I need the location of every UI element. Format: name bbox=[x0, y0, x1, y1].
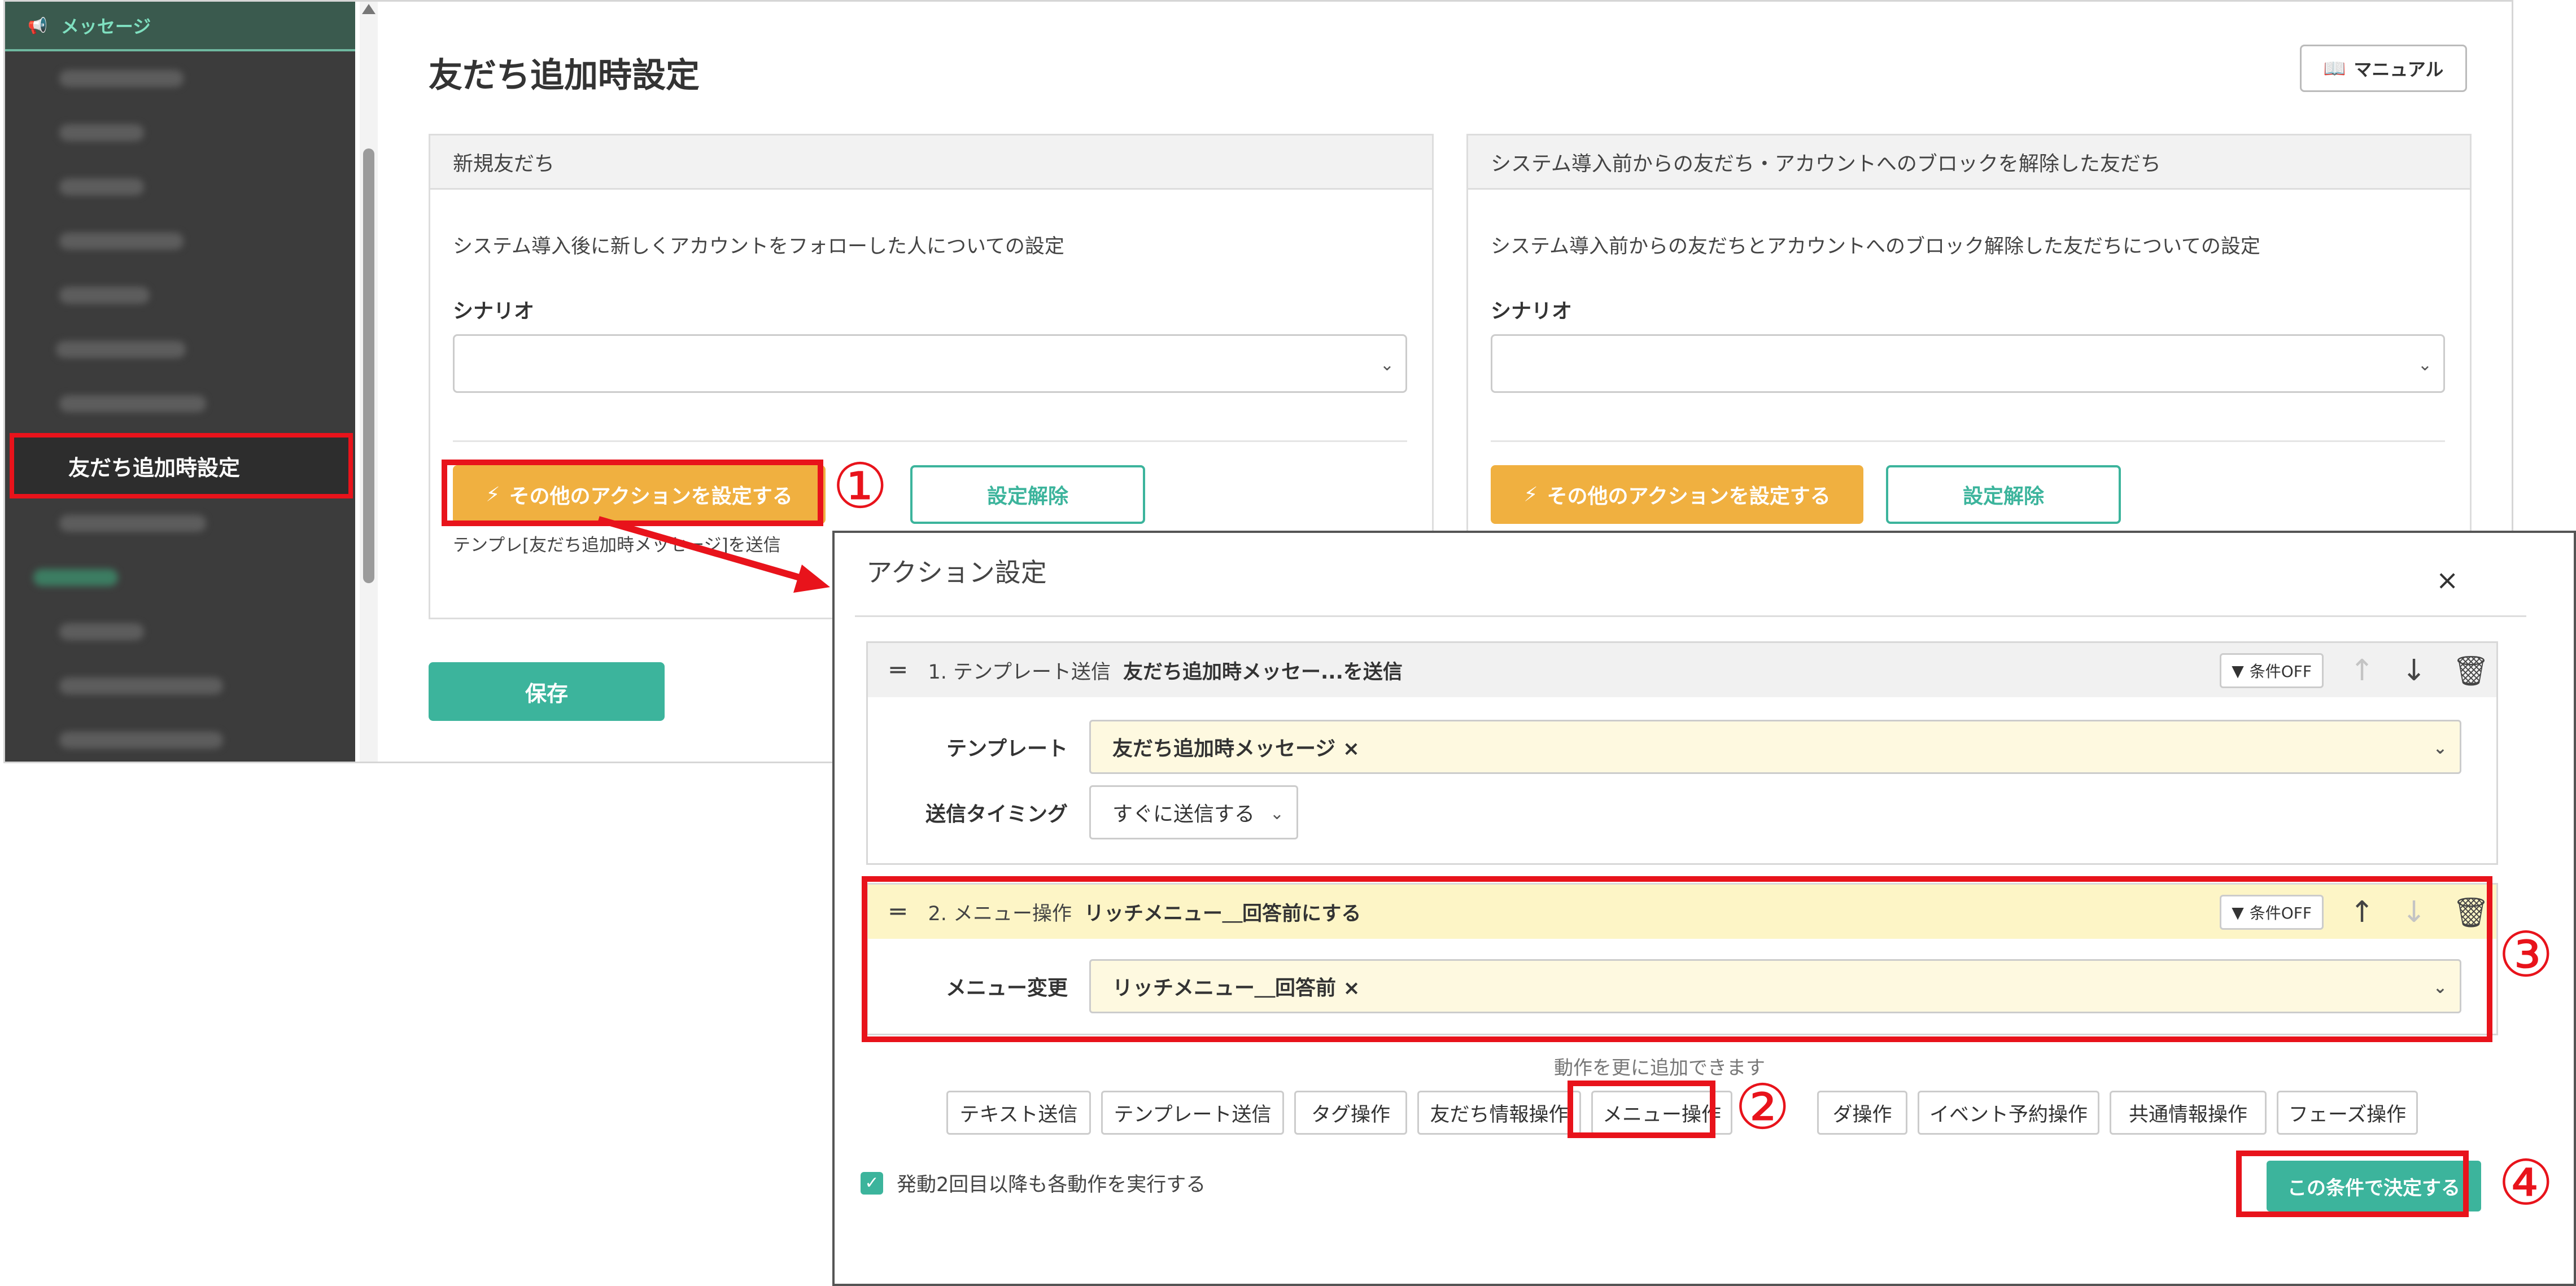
callout-2: ② bbox=[1735, 1071, 1791, 1143]
template-select[interactable]: 友だち追加時メッセージ × ⌄ bbox=[1089, 720, 2461, 774]
highlight-box-decide-button bbox=[2236, 1151, 2469, 1217]
callout-4: ④ bbox=[2498, 1147, 2554, 1219]
field-value: すぐに送信する bbox=[1112, 803, 1255, 826]
arrow-down-icon[interactable]: ↓ bbox=[2400, 654, 2427, 688]
highlight-box-menu-card bbox=[862, 876, 2492, 1042]
close-icon[interactable]: × bbox=[2436, 565, 2459, 596]
other-action-button[interactable]: ⚡ その他のアクションを設定する bbox=[1491, 465, 1863, 524]
scenario-select[interactable]: ⌄ bbox=[1491, 334, 2445, 393]
scrollbar-thumb[interactable] bbox=[363, 148, 374, 583]
sidebar-item-blurred[interactable] bbox=[5, 659, 355, 713]
action-card-header: ═ 1. テンプレート送信 友だち追加時メッセー...を送信 ▼ 条件OFF ↑… bbox=[868, 643, 2496, 697]
sidebar-item-blurred[interactable] bbox=[5, 268, 355, 322]
sidebar-section-blurred[interactable] bbox=[5, 550, 355, 605]
manual-label: マニュアル bbox=[2354, 59, 2444, 80]
arrow-up-icon[interactable]: ↑ bbox=[2348, 654, 2376, 688]
field-label: 送信タイミング bbox=[925, 803, 1068, 826]
sidebar-scrollbar[interactable] bbox=[360, 2, 378, 762]
panel-header: システム導入前からの友だち・アカウントへのブロックを解除した友だち bbox=[1468, 135, 2470, 190]
action-number: 1. テンプレート送信 bbox=[928, 661, 1111, 684]
callout-3: ③ bbox=[2498, 918, 2554, 991]
add-phase-button[interactable]: フェーズ操作 bbox=[2277, 1091, 2418, 1135]
sidebar-item-blurred[interactable] bbox=[5, 322, 355, 377]
add-action-hint: 動作を更に追加できます bbox=[1554, 1057, 1765, 1079]
manual-button[interactable]: 📖 マニュアル bbox=[2300, 45, 2467, 92]
filter-icon: ▼ bbox=[2232, 661, 2244, 680]
sidebar-item-blurred[interactable] bbox=[5, 106, 355, 160]
highlight-box-menu-button bbox=[1568, 1081, 1715, 1138]
scenario-label: シナリオ bbox=[1491, 300, 1573, 323]
chevron-down-icon: ⌄ bbox=[2417, 355, 2432, 375]
lightning-icon: ⚡ bbox=[1523, 483, 1538, 506]
panel-description: システム導入前からの友だちとアカウントへのブロック解除した友だちについての設定 bbox=[1491, 235, 2260, 258]
divider bbox=[453, 440, 1407, 442]
sidebar: 📢 メッセージ 友だち追加時設定 bbox=[5, 2, 355, 762]
field-label: テンプレート bbox=[946, 737, 1068, 760]
add-other-operation-button[interactable]: ダ操作 bbox=[1817, 1091, 1907, 1135]
sidebar-section-label: メッセージ bbox=[60, 16, 151, 37]
sidebar-item-blurred[interactable] bbox=[5, 51, 355, 106]
other-action-label: その他のアクションを設定する bbox=[1547, 485, 1831, 508]
sidebar-item-blurred[interactable] bbox=[5, 496, 355, 550]
timing-select[interactable]: すぐに送信する ⌄ bbox=[1089, 785, 1298, 839]
scenario-label: シナリオ bbox=[453, 300, 535, 323]
chevron-down-icon: ⌄ bbox=[1379, 355, 1394, 375]
repeat-label: 発動2回目以降も各動作を実行する bbox=[897, 1174, 1206, 1196]
add-event-reserve-button[interactable]: イベント予約操作 bbox=[1918, 1091, 2099, 1135]
add-text-send-button[interactable]: テキスト送信 bbox=[946, 1091, 1091, 1135]
sidebar-item-blurred[interactable] bbox=[5, 377, 355, 431]
sidebar-item-blurred[interactable] bbox=[5, 713, 355, 762]
sidebar-item-blurred[interactable] bbox=[5, 214, 355, 268]
chevron-down-icon: ⌄ bbox=[1269, 804, 1284, 824]
action-title: 友だち追加時メッセー...を送信 bbox=[1123, 661, 1403, 684]
field-value: 友だち追加時メッセージ × bbox=[1112, 737, 1360, 760]
add-template-send-button[interactable]: テンプレート送信 bbox=[1101, 1091, 1284, 1135]
trash-icon[interactable]: 🗑 bbox=[2452, 654, 2490, 688]
chevron-down-icon: ⌄ bbox=[2433, 738, 2447, 758]
panel-description: システム導入後に新しくアカウントをフォローした人についての設定 bbox=[453, 235, 1064, 258]
condition-button[interactable]: ▼ 条件OFF bbox=[2220, 653, 2324, 688]
sidebar-item-blurred[interactable] bbox=[5, 160, 355, 214]
checkbox-checked-icon[interactable]: ✓ bbox=[861, 1171, 883, 1195]
drag-handle-icon[interactable]: ═ bbox=[890, 656, 906, 685]
field-row-timing: 送信タイミング すぐに送信する ⌄ bbox=[890, 785, 1298, 839]
action-tools: ▼ 条件OFF ↑ ↓ 🗑 bbox=[2220, 653, 2490, 688]
release-button[interactable]: 設定解除 bbox=[1886, 465, 2121, 524]
book-icon: 📖 bbox=[2323, 58, 2346, 79]
action-card-template-send: ═ 1. テンプレート送信 友だち追加時メッセー...を送信 ▼ 条件OFF ↑… bbox=[866, 641, 2498, 865]
sidebar-item-blurred[interactable] bbox=[5, 605, 355, 659]
add-common-info-button[interactable]: 共通情報操作 bbox=[2110, 1091, 2267, 1135]
modal-title: アクション設定 bbox=[866, 557, 1047, 588]
scenario-select[interactable]: ⌄ bbox=[453, 334, 1407, 393]
sidebar-item-friend-add-settings[interactable]: 友だち追加時設定 bbox=[10, 433, 353, 498]
pointer-arrow bbox=[597, 516, 830, 593]
scroll-up-icon[interactable] bbox=[362, 4, 376, 14]
divider bbox=[855, 615, 2526, 617]
divider bbox=[1491, 440, 2445, 442]
panel-header: 新規友だち bbox=[430, 135, 1432, 190]
repeat-option[interactable]: ✓ 発動2回目以降も各動作を実行する bbox=[861, 1169, 1206, 1197]
sidebar-section-message[interactable]: 📢 メッセージ bbox=[5, 2, 355, 51]
release-button[interactable]: 設定解除 bbox=[910, 465, 1145, 524]
add-tag-button[interactable]: タグ操作 bbox=[1294, 1091, 1407, 1135]
save-button[interactable]: 保存 bbox=[429, 662, 665, 721]
megaphone-icon: 📢 bbox=[28, 16, 47, 35]
field-row-template: テンプレート 友だち追加時メッセージ × ⌄ bbox=[890, 720, 2461, 774]
condition-label: 条件OFF bbox=[2249, 662, 2312, 681]
page-title: 友だち追加時設定 bbox=[429, 56, 700, 95]
add-friend-info-button[interactable]: 友だち情報操作 bbox=[1417, 1091, 1581, 1135]
